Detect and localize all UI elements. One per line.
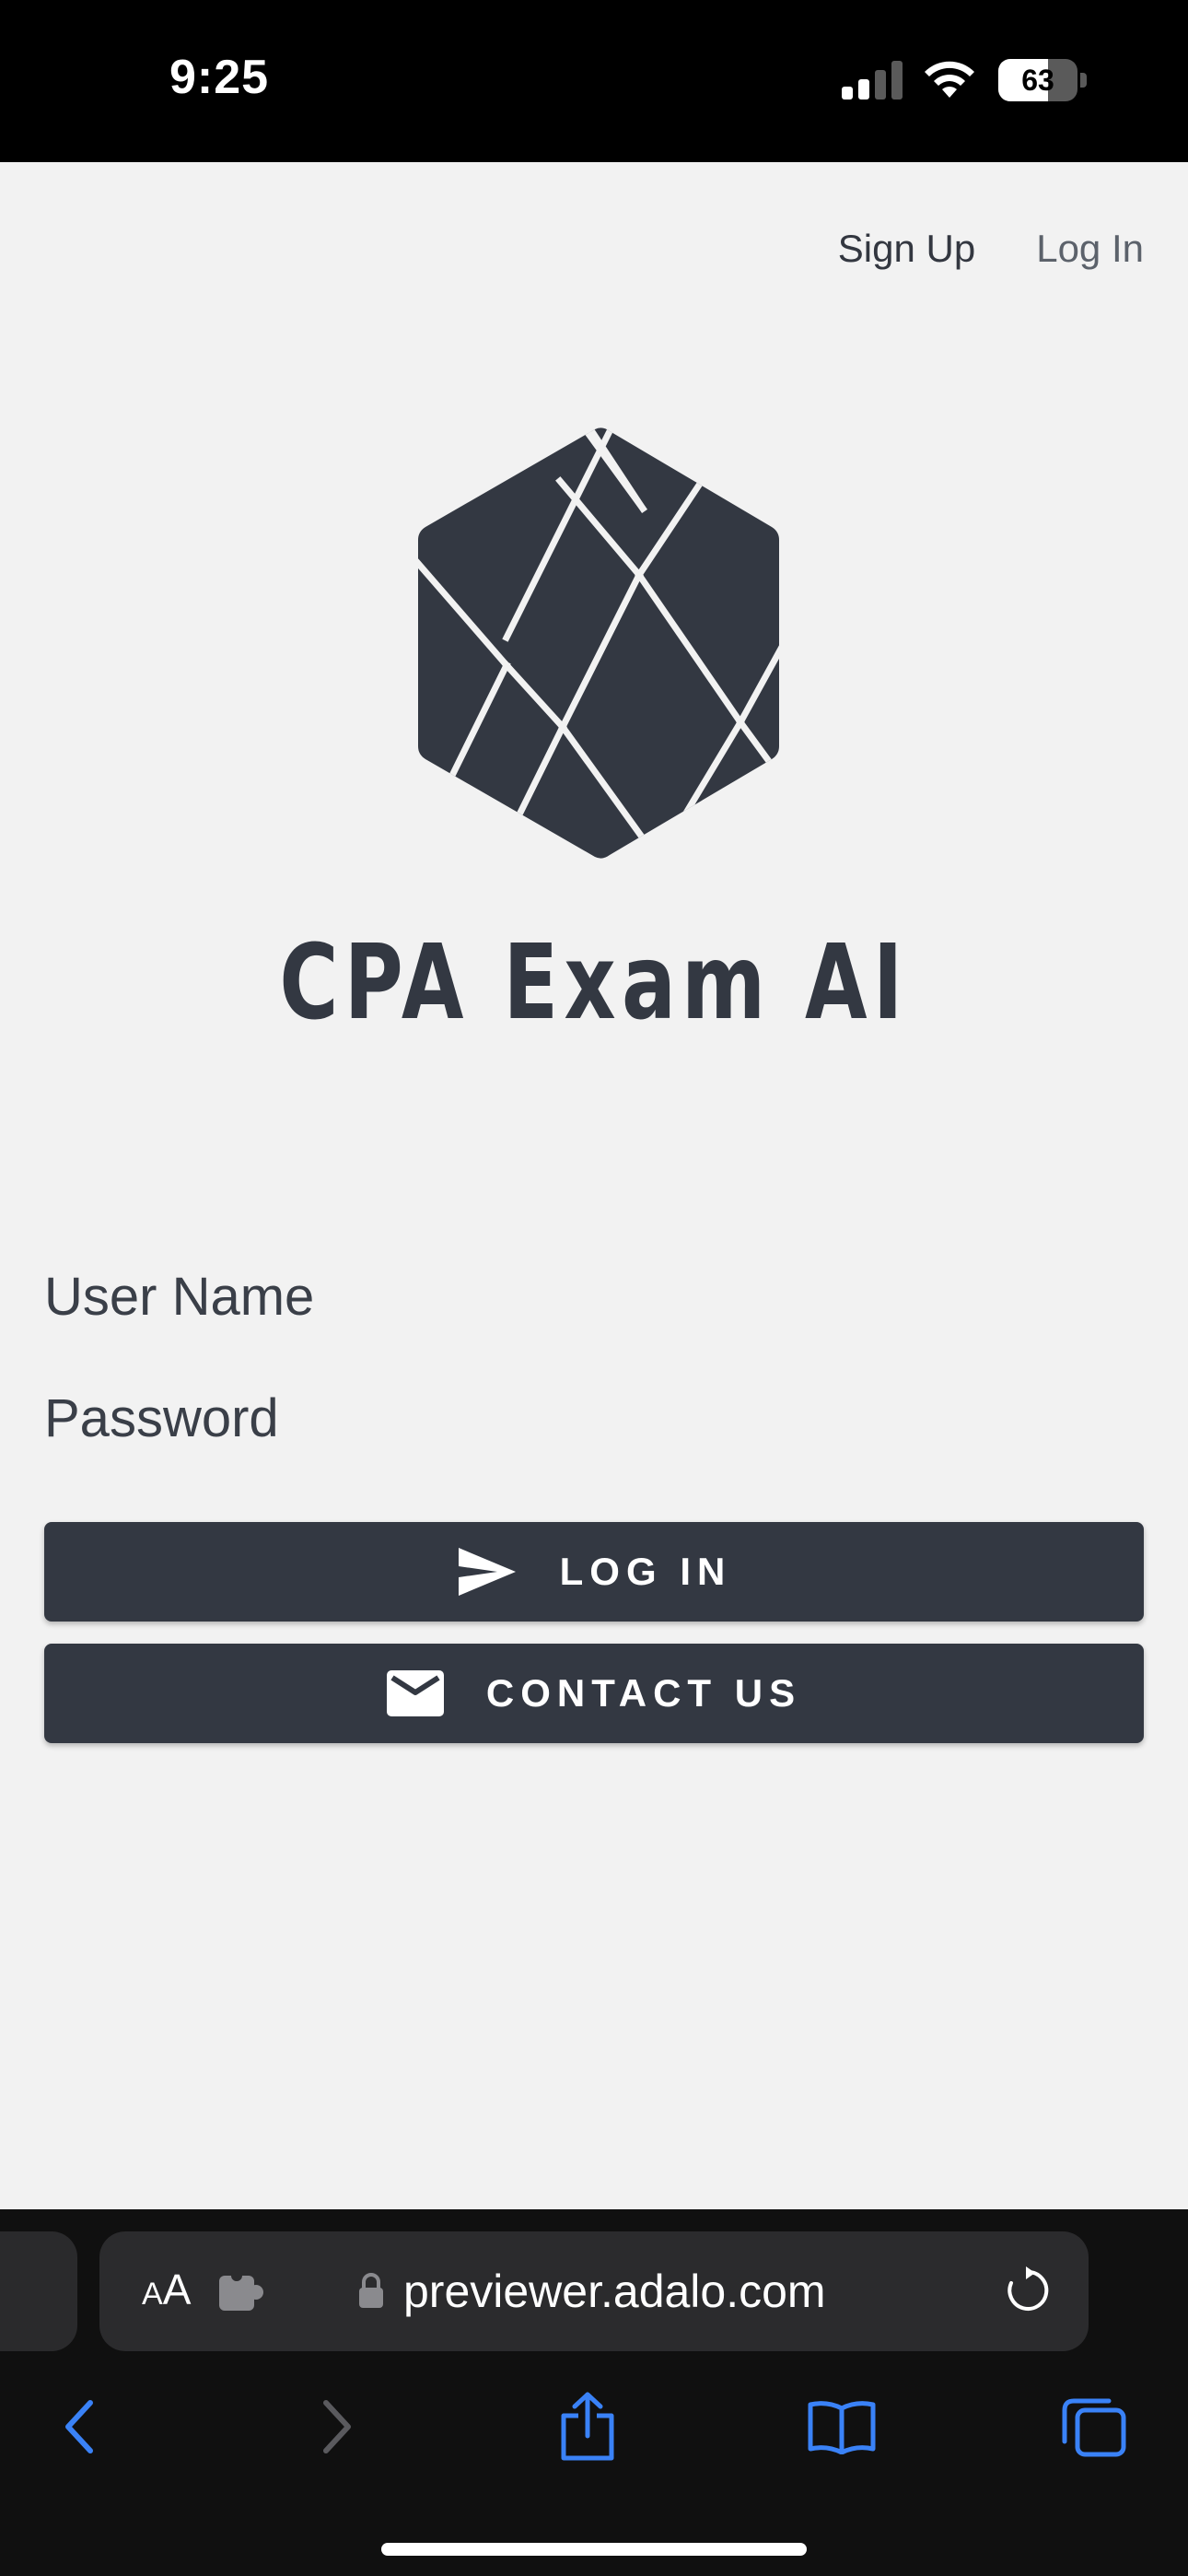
send-icon [457,1546,518,1598]
share-button[interactable] [551,2390,624,2464]
status-bar: 9:25 63 [0,0,1188,162]
signup-link[interactable]: Sign Up [838,227,975,271]
browser-bottom-bar: AA previewer.adalo.com [0,2209,1188,2576]
contact-us-button[interactable]: CONTACT US [44,1644,1144,1743]
login-button-label: LOG IN [559,1550,732,1593]
share-icon [561,2392,614,2461]
wifi-icon [925,61,974,98]
tabs-button[interactable] [1057,2390,1131,2464]
home-indicator [381,2543,807,2556]
chevron-left-icon [65,2400,93,2453]
top-nav: Sign Up Log In [838,227,1144,271]
forward-button[interactable] [300,2390,374,2464]
url-text: previewer.adalo.com [403,2266,826,2317]
reload-icon[interactable] [1002,2265,1054,2316]
address-bar[interactable]: AA previewer.adalo.com [99,2231,1089,2351]
login-link[interactable]: Log In [1036,227,1144,271]
status-time: 9:25 [169,51,270,104]
book-icon [808,2401,876,2454]
extension-icon[interactable] [219,2272,265,2313]
login-button[interactable]: LOG IN [44,1522,1144,1622]
battery-percent: 63 [1021,64,1054,97]
tabs-icon [1062,2398,1126,2457]
text-size-button[interactable]: AA [142,2265,191,2314]
lock-icon [359,2273,383,2308]
username-field[interactable]: User Name [44,1266,314,1328]
app-title: CPA Exam AI [279,923,909,1043]
chevron-right-icon [323,2400,351,2453]
password-field[interactable]: Password [44,1388,279,1449]
back-button[interactable] [42,2390,116,2464]
hexagon-logo-icon [418,427,779,859]
previous-tab-preview[interactable] [0,2231,77,2351]
contact-us-button-label: CONTACT US [485,1671,802,1715]
battery-icon: 63 [998,59,1087,101]
bookmarks-button[interactable] [805,2390,879,2464]
cellular-signal-icon [842,61,903,100]
app-screen: Sign Up Log In CPA Exam AI User Name Pas… [0,162,1188,2209]
mail-icon [386,1670,444,1716]
